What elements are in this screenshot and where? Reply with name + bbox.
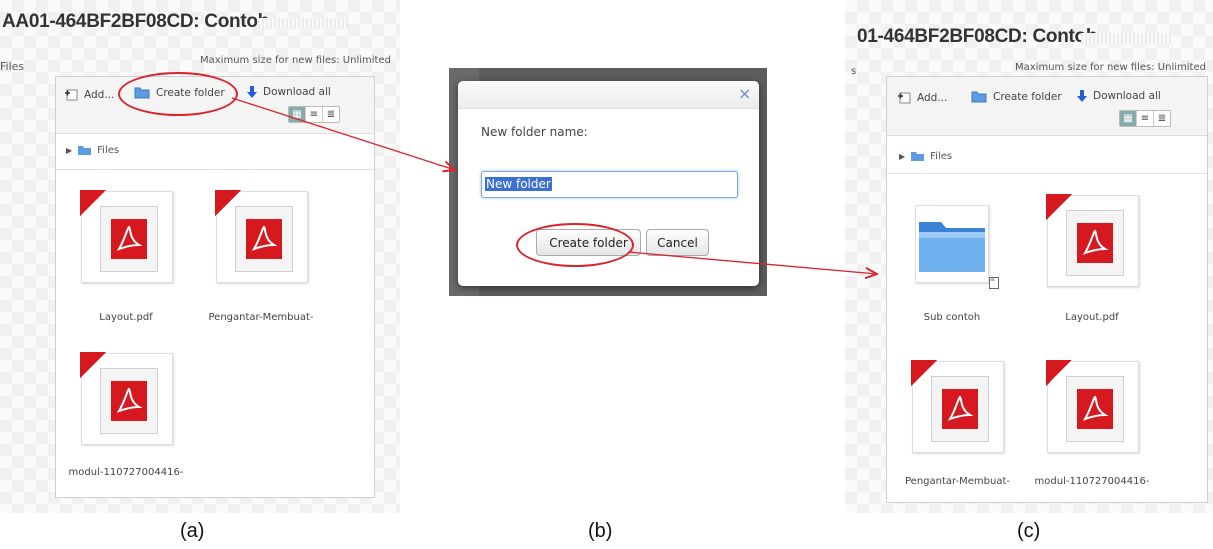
caption-c: (c) <box>1017 520 1041 542</box>
download-all-button[interactable]: Download all <box>1077 90 1161 102</box>
folder-name-input-value: New folder <box>485 177 552 191</box>
add-label: Add... <box>84 88 115 101</box>
expand-triangle-icon: ▶ <box>66 146 73 155</box>
download-all-button[interactable]: Download all <box>247 86 331 98</box>
file-item[interactable] <box>1046 194 1139 287</box>
new-folder-label: New folder name: <box>481 125 588 139</box>
file-item[interactable] <box>80 190 173 283</box>
add-label: Add... <box>917 91 948 104</box>
view-switcher: ▦ ≡ ≣ <box>1119 110 1171 127</box>
caption-b: (b) <box>588 520 613 542</box>
folder-icon <box>911 152 925 161</box>
annotation-ellipse <box>118 72 238 116</box>
tree-view-icon[interactable]: ≣ <box>1154 111 1170 126</box>
download-all-label: Download all <box>263 86 331 98</box>
breadcrumb-divider <box>56 169 374 170</box>
title-underline <box>258 18 348 29</box>
folder-name: Sub contoh <box>923 312 981 323</box>
folder-icon <box>78 146 92 155</box>
pdf-icon <box>1046 194 1139 287</box>
pdf-icon <box>215 190 308 283</box>
download-arrow-icon <box>1077 90 1087 102</box>
file-manager: Add... Create folder Download all ▦ ≡ ≣ … <box>55 76 375 498</box>
file-info-icon[interactable]: ≡ <box>989 277 999 289</box>
breadcrumb-label: Files <box>930 151 953 162</box>
folder-name-input[interactable]: New folder <box>481 171 738 198</box>
annotation-ellipse <box>516 223 634 267</box>
list-view-icon[interactable]: ≡ <box>306 107 323 122</box>
panel-a: AA01-464BF2BF08CD: Contoh Files Maximum … <box>0 0 400 513</box>
breadcrumb[interactable]: ▶ Files <box>899 151 952 162</box>
view-switcher: ▦ ≡ ≣ <box>288 106 340 123</box>
max-size-text: Maximum size for new files: Unlimited <box>200 55 391 66</box>
page-title: 01-464BF2BF08CD: Contoh <box>857 26 1098 47</box>
folder-thumbnail <box>915 205 989 283</box>
file-name: Pengantar-Membuat- <box>208 312 314 323</box>
file-item[interactable] <box>80 352 173 445</box>
breadcrumb-label: Files <box>97 145 120 156</box>
breadcrumb[interactable]: ▶ Files <box>66 145 119 156</box>
folder-icon <box>919 222 985 272</box>
file-name: Layout.pdf <box>1065 312 1119 323</box>
files-label: Files <box>0 60 25 73</box>
page-title: AA01-464BF2BF08CD: Contoh <box>2 11 269 32</box>
pdf-icon <box>911 360 1004 453</box>
file-item[interactable] <box>215 190 308 283</box>
add-button[interactable]: Add... <box>897 91 947 104</box>
add-button[interactable]: Add... <box>64 88 114 101</box>
pdf-icon <box>1046 360 1139 453</box>
grid-view-icon[interactable]: ▦ <box>289 107 306 122</box>
caption-a: (a) <box>180 520 205 542</box>
grid-view-icon[interactable]: ▦ <box>1120 111 1137 126</box>
title-underline <box>1081 33 1171 44</box>
download-arrow-icon <box>247 86 257 98</box>
file-manager: Add... Create folder Download all ▦ ≡ ≣ … <box>886 76 1208 503</box>
toolbar <box>887 77 1207 136</box>
pdf-icon <box>80 352 173 445</box>
download-all-label: Download all <box>1093 90 1161 102</box>
panel-c: 01-464BF2BF08CD: Contoh s Maximum size f… <box>845 0 1213 513</box>
dialog-header <box>458 81 759 109</box>
close-icon[interactable]: × <box>738 84 751 103</box>
tree-view-icon[interactable]: ≣ <box>323 107 339 122</box>
max-size-text: Maximum size for new files: Unlimited <box>1015 62 1206 73</box>
breadcrumb-divider <box>887 173 1207 174</box>
expand-triangle-icon: ▶ <box>899 152 906 161</box>
file-item[interactable] <box>1046 360 1139 453</box>
create-folder-label: Create folder <box>993 90 1062 103</box>
list-view-icon[interactable]: ≡ <box>1137 111 1154 126</box>
create-folder-button[interactable]: Create folder <box>971 90 1062 103</box>
file-name: Pengantar-Membuat- <box>905 476 1010 487</box>
file-name: modul-110727004416- <box>68 467 184 478</box>
file-name: modul-110727004416- <box>1034 476 1150 487</box>
add-file-icon <box>898 92 911 104</box>
files-label: s <box>851 66 857 77</box>
cancel-button[interactable]: Cancel <box>646 229 709 256</box>
file-item[interactable] <box>911 360 1004 453</box>
file-name: Layout.pdf <box>99 312 153 323</box>
folder-item[interactable]: ≡ <box>915 205 999 289</box>
pdf-icon <box>80 190 173 283</box>
add-file-icon <box>65 89 78 101</box>
folder-icon <box>971 91 987 103</box>
